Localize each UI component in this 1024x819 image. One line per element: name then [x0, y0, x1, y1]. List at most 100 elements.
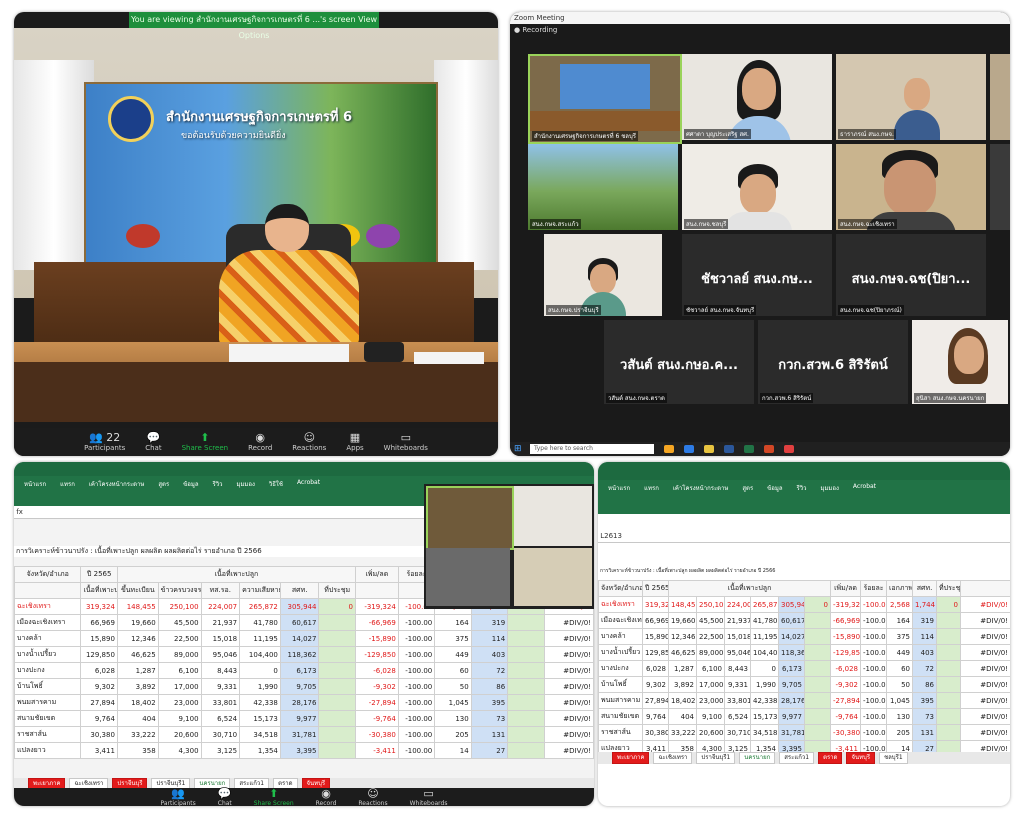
table-cell[interactable]: 14,027 [778, 628, 805, 645]
ribbon-tab[interactable]: Acrobat [297, 479, 320, 489]
column-header[interactable]: ปี 2565 [642, 580, 669, 597]
table-cell[interactable]: 3,892 [116, 678, 159, 695]
column-header[interactable] [14, 582, 82, 599]
table-cell[interactable]: 118,362 [279, 646, 320, 663]
table-cell[interactable]: 60,617 [279, 614, 320, 631]
column-header[interactable]: ทส.รอ. [200, 582, 241, 599]
table-cell[interactable]: 164 [886, 612, 914, 629]
table-cell[interactable]: -100.00 [397, 678, 436, 695]
table-cell[interactable]: 46,625 [668, 644, 697, 661]
table-cell[interactable]: 375 [886, 628, 914, 645]
table-cell[interactable]: 30,710 [724, 724, 751, 741]
table-cell[interactable]: 9,977 [778, 708, 805, 725]
table-cell[interactable]: 11,195 [239, 630, 281, 647]
table-cell[interactable]: 9,100 [157, 710, 202, 727]
table-cell[interactable]: 41,780 [239, 614, 281, 631]
table-cell[interactable]: 6,100 [157, 662, 202, 679]
table-cell[interactable]: -100.00 [397, 742, 436, 759]
formula-bar[interactable]: L2613 [598, 530, 1010, 543]
table-cell[interactable]: 42,338 [239, 694, 281, 711]
table-cell[interactable]: 27 [470, 742, 509, 759]
table-cell[interactable]: -100.00 [397, 710, 436, 727]
table-cell[interactable]: -100.00 [860, 644, 888, 661]
table-cell[interactable] [936, 660, 962, 677]
table-cell[interactable]: 114 [912, 628, 938, 645]
table-cell[interactable] [936, 676, 962, 693]
table-cell[interactable]: 1,990 [239, 678, 281, 695]
table-cell[interactable]: บ้านโพธิ์ [14, 678, 82, 695]
table-cell[interactable]: 9,302 [642, 676, 669, 693]
table-cell[interactable]: 4,300 [157, 742, 202, 759]
windows-start-icon[interactable]: ⊞ [514, 444, 526, 454]
table-cell[interactable]: -9,764 [354, 710, 399, 727]
table-cell[interactable]: 34,518 [750, 724, 779, 741]
participant-tile-partial[interactable] [990, 54, 1010, 140]
participant-tile[interactable]: สนง.กษจ.ชลบุรี [682, 144, 832, 230]
table-cell[interactable]: 130 [434, 710, 472, 727]
taskbar-search-box[interactable]: Type here to search [530, 444, 654, 454]
table-cell[interactable]: -319,324 [830, 596, 862, 613]
table-cell[interactable]: -100.00 [397, 630, 436, 647]
table-cell[interactable]: 104,400 [750, 644, 779, 661]
sheet-tab[interactable]: ตราด [818, 752, 843, 764]
table-cell[interactable]: 6,028 [642, 660, 669, 677]
participant-thumbnail[interactable] [426, 548, 510, 606]
zoom-icon[interactable] [684, 445, 694, 453]
table-cell[interactable]: -9,302 [830, 676, 862, 693]
table-cell[interactable]: 205 [886, 724, 914, 741]
participant-tile[interactable]: ธาราภรณ์ สนง.กษจ. [836, 54, 986, 140]
table-cell[interactable]: 95,046 [724, 644, 751, 661]
chat-button[interactable]: 💬 Chat [145, 432, 161, 453]
chrome-icon[interactable] [784, 445, 794, 453]
table-cell[interactable]: 18,402 [116, 694, 159, 711]
table-cell[interactable]: 27,894 [80, 694, 118, 711]
table-cell[interactable]: 60 [886, 660, 914, 677]
table-cell[interactable]: -3,411 [354, 742, 399, 759]
powerpoint-icon[interactable] [764, 445, 774, 453]
table-cell[interactable]: 104,400 [239, 646, 281, 663]
table-cell[interactable] [318, 710, 356, 727]
participant-tile[interactable]: สนง.กษจ.ปราจีนบุรี [544, 234, 662, 316]
table-cell[interactable] [936, 692, 962, 709]
column-header[interactable]: ข้าวครบวงจร [157, 582, 202, 599]
table-cell[interactable]: #DIV/0! [543, 630, 594, 647]
table-cell[interactable] [318, 614, 356, 631]
table-cell[interactable]: 73 [912, 708, 938, 725]
table-cell[interactable]: 22,500 [157, 630, 202, 647]
table-cell[interactable]: #DIV/0! [543, 614, 594, 631]
table-cell[interactable]: -6,028 [354, 662, 399, 679]
table-cell[interactable] [507, 662, 545, 679]
table-cell[interactable]: #DIV/0! [960, 644, 1010, 661]
table-cell[interactable] [318, 742, 356, 759]
participant-tile[interactable]: สนง.กษจ.สระแก้ว [528, 144, 678, 230]
table-cell[interactable]: 9,100 [696, 708, 725, 725]
table-cell[interactable]: 15,173 [239, 710, 281, 727]
table-cell[interactable]: 358 [116, 742, 159, 759]
table-cell[interactable] [803, 676, 832, 693]
table-cell[interactable]: 46,625 [116, 646, 159, 663]
table-cell[interactable]: 27,894 [642, 692, 669, 709]
table-cell[interactable]: สนามชัยเขต [598, 708, 643, 725]
column-header[interactable] [960, 580, 1010, 597]
table-cell[interactable]: 129,850 [80, 646, 118, 663]
table-cell[interactable]: 12,346 [668, 628, 697, 645]
table-cell[interactable]: 265,872 [750, 596, 779, 613]
table-cell[interactable]: 14 [434, 742, 472, 759]
table-cell[interactable]: ฉะเชิงเทรา [14, 598, 82, 615]
table-cell[interactable]: 6,524 [724, 708, 751, 725]
table-cell[interactable]: 9,977 [279, 710, 320, 727]
table-cell[interactable]: -100.00 [860, 676, 888, 693]
table-cell[interactable]: 95,046 [200, 646, 241, 663]
table-cell[interactable]: -100.00 [860, 596, 888, 613]
table-cell[interactable]: พนมสารคาม [14, 694, 82, 711]
participant-thumbnail[interactable] [514, 548, 592, 606]
table-cell[interactable]: 19,660 [668, 612, 697, 629]
table-cell[interactable]: -27,894 [354, 694, 399, 711]
table-cell[interactable]: 45,500 [157, 614, 202, 631]
table-cell[interactable]: 60 [434, 662, 472, 679]
column-header[interactable]: จังหวัด/อำเภอ [598, 580, 643, 597]
table-cell[interactable]: 6,028 [80, 662, 118, 679]
table-cell[interactable]: 30,380 [80, 726, 118, 743]
reactions-button[interactable]: ☺ Reactions [292, 432, 326, 453]
column-header[interactable]: ปี 2565 [80, 566, 118, 583]
